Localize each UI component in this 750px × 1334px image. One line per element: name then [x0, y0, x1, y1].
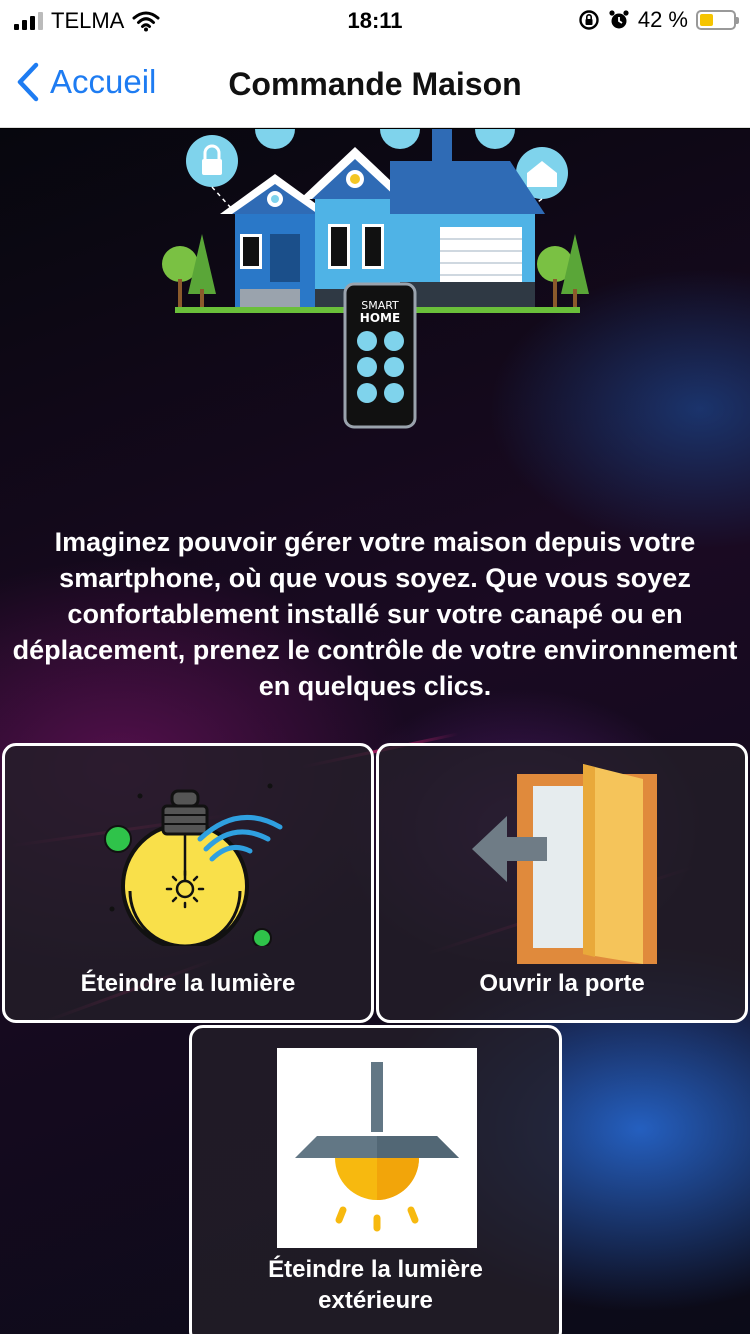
navigation-bar: Accueil Commande Maison [0, 40, 750, 128]
turn-off-light-label: Éteindre la lumière [80, 970, 296, 997]
open-door-button[interactable]: Ouvrir la porte [376, 743, 748, 1023]
status-bar: TELMA 18:11 42 % [0, 0, 750, 40]
content-area: SMART HOME Imaginez pouvoir gérer votre … [0, 129, 750, 1334]
intro-text: Imaginez pouvoir gérer votre maison depu… [12, 527, 738, 701]
open-door-label: Ouvrir la porte [479, 970, 645, 997]
battery-level [700, 14, 714, 26]
smart-home-illustration: SMART HOME [162, 129, 589, 429]
turn-off-outdoor-light-label-line1: Éteindre la lumière [268, 1256, 483, 1283]
turn-off-outdoor-light-label: Éteindre la lumière extérieure [192, 1254, 559, 1316]
battery-percent: 42 % [637, 7, 688, 32]
ceiling-lamp-icon [295, 1062, 459, 1232]
phone-screen-text: HOME [360, 311, 400, 325]
battery-icon [696, 10, 739, 30]
turn-off-outdoor-light-label-line2: extérieure [318, 1287, 433, 1314]
turn-off-light-button[interactable]: Éteindre la lumière [2, 743, 374, 1023]
smart-bulb-icon [104, 783, 283, 946]
status-right: 42 % [578, 7, 739, 33]
alarm-icon [609, 10, 629, 29]
orientation-lock-icon [579, 10, 599, 30]
ceiling-lamp-image [277, 1048, 477, 1248]
turn-off-outdoor-light-button[interactable]: Éteindre la lumière extérieure [189, 1025, 562, 1334]
door-icon [472, 764, 657, 964]
page-title: Commande Maison [228, 66, 522, 102]
